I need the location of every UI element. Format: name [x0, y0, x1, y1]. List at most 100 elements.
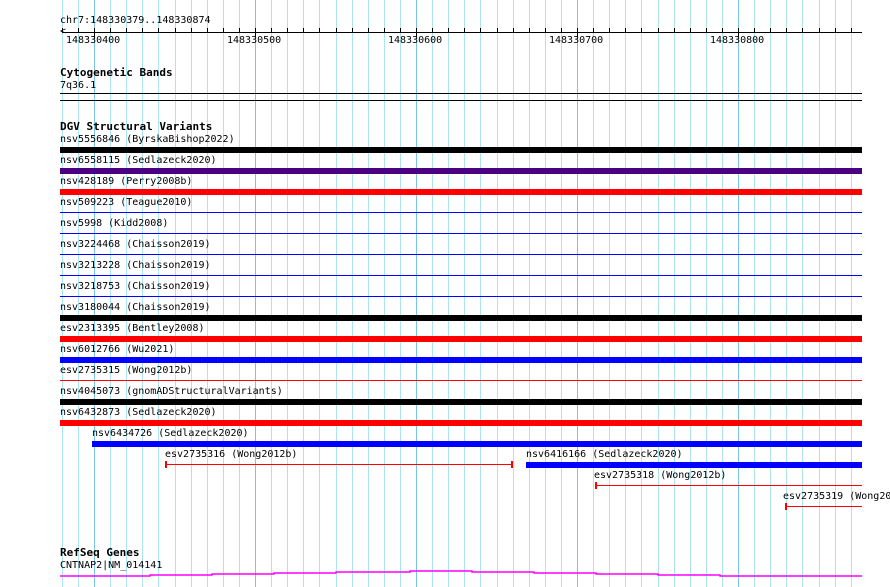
variant-bar[interactable]	[595, 485, 862, 486]
variant-label: esv2735315 (Wong2012b)	[60, 365, 193, 376]
variant-label: esv2735318 (Wong2012b)	[594, 470, 727, 481]
grid-line	[287, 0, 288, 587]
grid-line	[609, 0, 610, 587]
cytogenetic-bands-title: Cytogenetic Bands	[60, 66, 173, 79]
ruler-tick	[336, 28, 337, 33]
variant-bar[interactable]	[60, 189, 862, 195]
ruler-label: 148330500	[227, 35, 282, 46]
grid-line	[770, 0, 771, 587]
variant-bar[interactable]	[92, 441, 862, 447]
location-label: chr7:148330379..148330874	[60, 15, 211, 26]
refseq-track-title: RefSeq Genes	[60, 546, 140, 559]
variant-bar[interactable]	[60, 399, 862, 405]
grid-line	[352, 0, 353, 587]
variant-label: nsv5998 (Kidd2008)	[60, 218, 169, 229]
variant-bar[interactable]	[60, 315, 862, 321]
grid-line	[158, 0, 159, 587]
grid-line	[641, 0, 642, 587]
variant-bar[interactable]	[60, 380, 862, 381]
ruler-tick	[239, 28, 240, 33]
grid-line	[142, 0, 143, 587]
ruler-tick	[497, 28, 498, 33]
variant-label: nsv6432873 (Sedlazeck2020)	[60, 407, 217, 418]
ruler-label: 148330600	[388, 35, 443, 46]
variant-label: nsv3180044 (Chaisson2019)	[60, 302, 211, 313]
variant-bar[interactable]	[60, 168, 862, 174]
ruler-tick	[819, 28, 820, 33]
ruler-tick	[786, 28, 787, 33]
variant-label: nsv5556846 (ByrskaBishop2022)	[60, 134, 235, 145]
gene-feature[interactable]	[0, 565, 890, 585]
ruler-tick	[158, 28, 159, 33]
variant-bar[interactable]	[60, 147, 862, 153]
variant-bar[interactable]	[60, 296, 862, 297]
ruler-tick	[223, 28, 224, 33]
grid-line	[690, 0, 691, 587]
ruler-tick	[400, 28, 401, 33]
variant-bar[interactable]	[526, 462, 862, 468]
variant-label: nsv6434726 (Sedlazeck2020)	[92, 428, 249, 439]
variant-bar[interactable]	[60, 357, 862, 363]
grid-line	[239, 0, 240, 587]
grid-line	[400, 0, 401, 587]
ruler-tick	[319, 28, 320, 33]
variant-label: nsv4045073 (gnomADStructuralVariants)	[60, 386, 283, 397]
variant-bar[interactable]	[60, 212, 862, 213]
ruler-tick	[690, 28, 691, 33]
cyto-band-border	[60, 100, 862, 101]
ruler-tick	[754, 28, 755, 33]
grid-line	[754, 0, 755, 587]
grid-line	[593, 0, 594, 587]
ruler-tick	[770, 28, 771, 33]
ruler-tick	[464, 28, 465, 33]
ruler-tick	[593, 28, 594, 33]
ruler-tick	[529, 28, 530, 33]
grid-line	[464, 0, 465, 587]
grid-line	[658, 0, 659, 587]
variant-bar[interactable]	[60, 336, 862, 342]
grid-line	[625, 0, 626, 587]
cyto-band[interactable]	[60, 93, 862, 94]
ruler-tick	[674, 28, 675, 33]
ruler-tick	[641, 28, 642, 33]
grid-line	[722, 0, 723, 587]
variant-bar[interactable]	[60, 233, 862, 234]
grid-line	[497, 0, 498, 587]
ruler-tick	[384, 28, 385, 33]
variant-label: esv2735316 (Wong2012b)	[165, 449, 298, 460]
variant-bar[interactable]	[60, 275, 862, 276]
ruler-tick	[126, 28, 127, 33]
grid-line	[432, 0, 433, 587]
grid-line	[336, 0, 337, 587]
variant-label: esv2735319 (Wong2012b)	[783, 491, 890, 502]
ruler-tick	[432, 28, 433, 33]
variant-label: nsv428189 (Perry2008b)	[60, 176, 193, 187]
ruler-tick	[625, 28, 626, 33]
variant-label: nsv6012766 (Wu2021)	[60, 344, 175, 355]
ruler-tick	[561, 28, 562, 33]
ruler-tick	[207, 28, 208, 33]
variant-bar[interactable]	[60, 254, 862, 255]
ruler-tick	[851, 28, 852, 33]
grid-line	[126, 0, 127, 587]
variant-bar[interactable]	[60, 420, 862, 426]
ruler-tick	[287, 28, 288, 33]
grid-line	[271, 0, 272, 587]
ruler-label: 148330800	[710, 35, 765, 46]
grid-line	[207, 0, 208, 587]
ruler-tick	[802, 28, 803, 33]
grid-line	[303, 0, 304, 587]
ruler-tick	[303, 28, 304, 33]
variant-label: nsv3224468 (Chaisson2019)	[60, 239, 211, 250]
ruler-label: 148330700	[549, 35, 604, 46]
grid-line	[255, 0, 256, 587]
ruler-tick	[835, 28, 836, 33]
variant-bar[interactable]	[785, 506, 862, 507]
grid-line	[223, 0, 224, 587]
grid-line	[561, 0, 562, 587]
variant-bar[interactable]	[165, 464, 513, 465]
ruler-tick	[448, 28, 449, 33]
ruler-tick	[78, 28, 79, 33]
variant-label: esv2313395 (Bentley2008)	[60, 323, 205, 334]
ruler-tick	[368, 28, 369, 33]
